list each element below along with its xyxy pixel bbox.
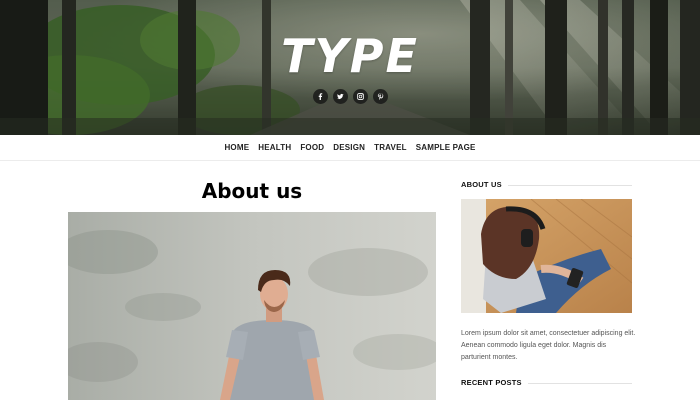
widget-title-about-label: ABOUT US bbox=[461, 180, 508, 189]
instagram-icon[interactable] bbox=[352, 89, 368, 104]
nav-item-food[interactable]: FOOD bbox=[300, 143, 324, 152]
nav-item-home[interactable]: HOME bbox=[224, 143, 249, 152]
main-navigation: HOME HEALTH FOOD DESIGN TRAVEL SAMPLE PA… bbox=[0, 135, 700, 161]
widget-title-about: ABOUT US bbox=[461, 179, 632, 191]
widget-title-recent-posts: RECENT POSTS bbox=[461, 377, 632, 389]
featured-image-illustration bbox=[68, 212, 436, 400]
site-logo[interactable]: TYPE bbox=[0, 28, 700, 84]
twitter-icon[interactable] bbox=[332, 89, 348, 104]
social-links bbox=[0, 89, 700, 104]
widget-title-recent-posts-label: RECENT POSTS bbox=[461, 378, 528, 387]
nav-item-design[interactable]: DESIGN bbox=[333, 143, 365, 152]
nav-item-sample-page[interactable]: SAMPLE PAGE bbox=[416, 143, 476, 152]
about-text: Lorem ipsum dolor sit amet, consectetuer… bbox=[461, 330, 636, 361]
about-image bbox=[461, 199, 632, 313]
page-title: About us bbox=[201, 179, 303, 203]
facebook-icon[interactable] bbox=[312, 89, 328, 104]
nav-item-travel[interactable]: TRAVEL bbox=[374, 143, 407, 152]
pinterest-icon[interactable] bbox=[372, 89, 388, 104]
featured-image bbox=[68, 212, 436, 400]
about-image-illustration bbox=[461, 199, 632, 313]
site-header: TYPE bbox=[0, 0, 700, 135]
nav-item-health[interactable]: HEALTH bbox=[258, 143, 291, 152]
